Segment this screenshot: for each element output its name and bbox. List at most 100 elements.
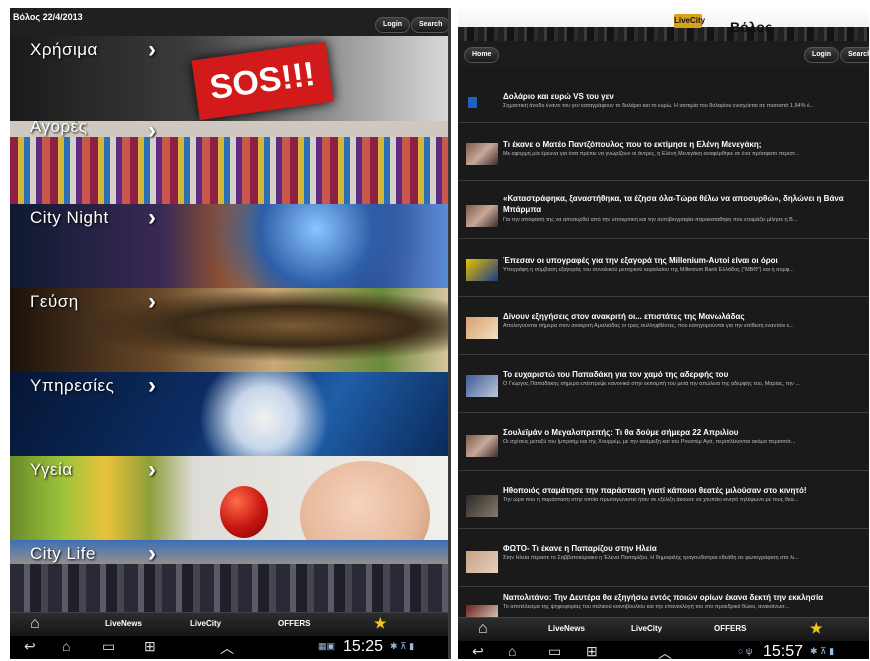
news-snippet: Οι σχέσεις μεταξύ του Ιμπραήμ και της Χο… — [503, 439, 796, 445]
news-title: Ηθοποιός σταμάτησε την παράσταση γιατί κ… — [503, 486, 807, 495]
news-snippet: Στην Ηλεία πέρασε το Σαββατοκύριακο η Έλ… — [503, 555, 799, 561]
chevron-right-icon: › — [148, 204, 156, 231]
category-label: Χρήσιμα — [30, 40, 98, 59]
chevron-right-icon: › — [148, 540, 156, 567]
login-button[interactable]: Login — [804, 47, 840, 63]
category-label: Γεύση — [30, 292, 79, 311]
status-icons: ✱ ⊼ ▮ — [810, 646, 835, 656]
category-health[interactable]: Υγεία › — [10, 456, 448, 540]
home-icon[interactable]: ⌂ — [30, 615, 40, 633]
news-title: ΦΩΤΟ- Τι έκανε η Παπαρίζου στην Ηλεία — [503, 544, 657, 553]
news-snippet: Σημαντική άνοδο έναντι του γεν καταγράφο… — [503, 103, 815, 109]
news-icon — [468, 97, 477, 108]
system-bar: ↩ ⌂ ▭ ⊞ ︿ ▦▣ 15:25 ✱ ⊼ ▮ — [10, 636, 448, 659]
star-icon[interactable]: ★ — [374, 615, 387, 632]
news-title: Το ευχαριστώ του Παπαδάκη για τον χαμό τ… — [503, 370, 729, 379]
left-tablet-screen: Βόλος 22/4/2013 Login Search SOS!!! Χρήσ… — [10, 8, 451, 659]
news-thumbnail — [466, 143, 498, 165]
search-button[interactable]: Search — [411, 17, 448, 33]
sub-bar: Home Login Search — [458, 41, 869, 67]
status-icons: ✱ ⊼ ▮ — [390, 641, 415, 651]
news-thumbnail — [466, 375, 498, 397]
chevron-right-icon: › — [148, 36, 156, 63]
news-snippet: Με αφορμή μία έρευνα για όσα πρέπει να γ… — [503, 151, 800, 157]
news-item[interactable]: Τι έκανε ο Ματέο Παντζόπουλος που το εκτ… — [458, 123, 869, 181]
home-icon[interactable]: ⌂ — [478, 620, 488, 638]
login-button[interactable]: Login — [375, 17, 411, 33]
category-shopping[interactable]: Αγορές › — [10, 121, 448, 204]
news-item[interactable]: Το ευχαριστώ του Παπαδάκη για τον χαμό τ… — [458, 355, 869, 413]
livecity-logo: LiveCity — [674, 14, 705, 28]
chevron-right-icon: › — [148, 456, 156, 483]
clock: 15:57 — [763, 643, 804, 659]
chevron-right-icon: › — [148, 288, 156, 315]
system-bar: ↩ ⌂ ▭ ⊞ ︿ ○ ψ 15:57 ✱ ⊼ ▮ — [458, 641, 869, 659]
chevron-right-icon: › — [148, 372, 156, 399]
news-title: Σουλεϊμάν ο Μεγαλοπρεπής: Τι θα δούμε σή… — [503, 428, 739, 437]
news-title: Ναπολιτάνο: Την Δευτέρα θα εξηγήσω εντός… — [503, 593, 824, 602]
category-label: Αγορές — [30, 121, 88, 136]
news-item[interactable]: Έπεσαν οι υπογραφές για την εξαγορά της … — [458, 239, 869, 297]
news-thumbnail — [466, 495, 498, 517]
news-thumbnail — [466, 317, 498, 339]
recent-apps-icon[interactable]: ▭ — [548, 643, 561, 659]
news-item[interactable]: «Καταστράφηκα, ξαναστήθηκα, τα έζησα όλα… — [458, 181, 869, 239]
top-bar: Βόλος 22/4/2013 Login Search — [10, 8, 448, 36]
notification-icons: ▦▣ — [318, 641, 336, 651]
nav-livecity[interactable]: LiveCity — [190, 619, 221, 628]
up-arrow-icon[interactable]: ︿ — [220, 638, 234, 658]
screenshot-icon[interactable]: ⊞ — [144, 638, 156, 655]
news-snippet: Την ώρα που η παράσταση στην οποία πρωτα… — [503, 497, 799, 503]
category-city-night[interactable]: City Night › — [10, 204, 448, 288]
screenshot-icon[interactable]: ⊞ — [586, 643, 598, 659]
search-button[interactable]: Search — [840, 47, 869, 63]
news-title: «Καταστράφηκα, ξαναστήθηκα, τα έζησα όλα… — [503, 194, 844, 214]
news-snippet: Το αποτέλεσμα της ψηφοφορίας του ιταλικο… — [503, 604, 790, 610]
city-skyline-graphic — [458, 27, 869, 41]
news-thumbnail — [466, 205, 498, 227]
right-tablet-screen: LiveCity Βόλος Home Login Search Δολάριο… — [458, 8, 869, 659]
sos-sign: SOS!!! — [191, 41, 334, 121]
news-title: Έπεσαν οι υπογραφές για την εξαγορά της … — [503, 256, 778, 265]
back-icon[interactable]: ↩ — [472, 643, 484, 659]
date-label: Βόλος 22/4/2013 — [13, 12, 83, 22]
up-arrow-icon[interactable]: ︿ — [658, 643, 672, 659]
bottom-nav: ⌂ LiveNews LiveCity OFFERS ★ — [10, 612, 448, 636]
news-item[interactable]: Ηθοποιός σταμάτησε την παράσταση γιατί κ… — [458, 471, 869, 529]
home-button[interactable]: Home — [464, 47, 500, 63]
category-services[interactable]: Υπηρεσίες › — [10, 372, 448, 456]
home-nav-icon[interactable]: ⌂ — [62, 638, 70, 654]
news-item[interactable]: Δολάριο και ευρώ VS του γεν Σημαντική άν… — [458, 67, 869, 123]
news-snippet: Για την απόφασή της να αποσυρθεί από την… — [503, 217, 798, 223]
nav-livenews[interactable]: LiveNews — [548, 624, 585, 633]
nav-livecity[interactable]: LiveCity — [631, 624, 662, 633]
news-thumbnail — [466, 551, 498, 573]
news-item[interactable]: Σουλεϊμάν ο Μεγαλοπρεπής: Τι θα δούμε σή… — [458, 413, 869, 471]
category-useful[interactable]: SOS!!! Χρήσιμα › — [10, 36, 448, 121]
star-icon[interactable]: ★ — [810, 620, 823, 637]
news-thumbnail — [466, 435, 498, 457]
news-thumbnail — [466, 605, 498, 617]
apple-image — [220, 486, 268, 538]
category-taste[interactable]: Γεύση › — [10, 288, 448, 372]
header-banner: LiveCity Βόλος — [458, 8, 869, 41]
category-label: Υγεία — [30, 460, 73, 479]
news-item[interactable]: ΦΩΤΟ- Τι έκανε η Παπαρίζου στην Ηλεία Στ… — [458, 529, 869, 587]
news-title: Δίνουν εξηγήσεις στον ανακριτή οι... επι… — [503, 312, 745, 321]
back-icon[interactable]: ↩ — [24, 638, 36, 655]
news-item[interactable]: Δίνουν εξηγήσεις στον ανακριτή οι... επι… — [458, 297, 869, 355]
category-label: City Night — [30, 208, 109, 227]
nav-livenews[interactable]: LiveNews — [105, 619, 142, 628]
woman-face-image — [300, 461, 430, 540]
home-nav-icon[interactable]: ⌂ — [508, 643, 516, 659]
category-label: City Life — [30, 544, 96, 563]
nav-offers[interactable]: OFFERS — [278, 619, 310, 628]
notification-icons: ○ ψ — [738, 646, 753, 656]
bottom-nav: ⌂ LiveNews LiveCity OFFERS ★ — [458, 617, 869, 641]
nav-offers[interactable]: OFFERS — [714, 624, 746, 633]
news-snippet: Ο Γιώργος Παπαδάκης σήμερα επέστρεψε καν… — [503, 381, 800, 387]
recent-apps-icon[interactable]: ▭ — [102, 638, 115, 655]
news-item[interactable]: Ναπολιτάνο: Την Δευτέρα θα εξηγήσω εντός… — [458, 587, 869, 617]
news-thumbnail — [466, 259, 498, 281]
chevron-right-icon: › — [148, 121, 156, 144]
